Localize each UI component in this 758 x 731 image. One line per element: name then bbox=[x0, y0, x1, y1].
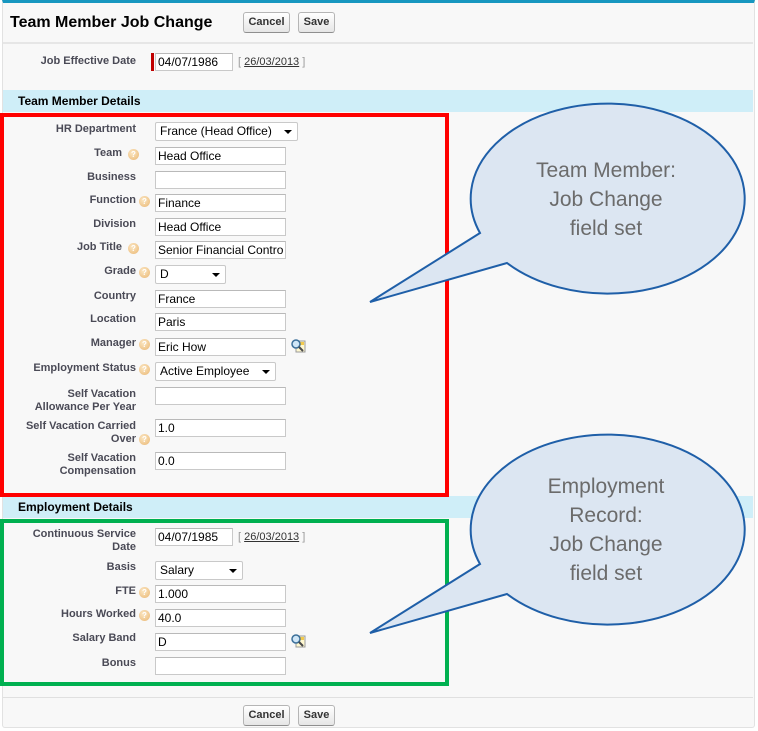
employment-fieldset-highlight bbox=[0, 519, 449, 686]
job-effective-date-label: Job Effective Date bbox=[40, 55, 136, 67]
footer-cancel-button[interactable]: Cancel bbox=[243, 705, 290, 726]
cancel-button[interactable]: Cancel bbox=[243, 12, 290, 33]
save-button[interactable]: Save bbox=[298, 12, 335, 33]
job-effective-date-input[interactable] bbox=[155, 53, 233, 71]
section-title: Employment Details bbox=[18, 500, 133, 514]
required-indicator bbox=[151, 53, 154, 71]
footer-save-button[interactable]: Save bbox=[298, 705, 335, 726]
section-header-employment-details: Employment Details bbox=[3, 496, 753, 518]
section-header-team-member-details: Team Member Details bbox=[3, 90, 753, 112]
footer-divider bbox=[3, 697, 753, 698]
today-date-link[interactable]: 26/03/2013 bbox=[244, 56, 299, 68]
today-date-link-wrapper: [ 26/03/2013 ] bbox=[238, 56, 306, 68]
team-member-fieldset-highlight bbox=[0, 113, 449, 497]
section-title: Team Member Details bbox=[18, 94, 141, 108]
header-divider bbox=[3, 42, 753, 44]
page-title: Team Member Job Change bbox=[10, 14, 213, 31]
